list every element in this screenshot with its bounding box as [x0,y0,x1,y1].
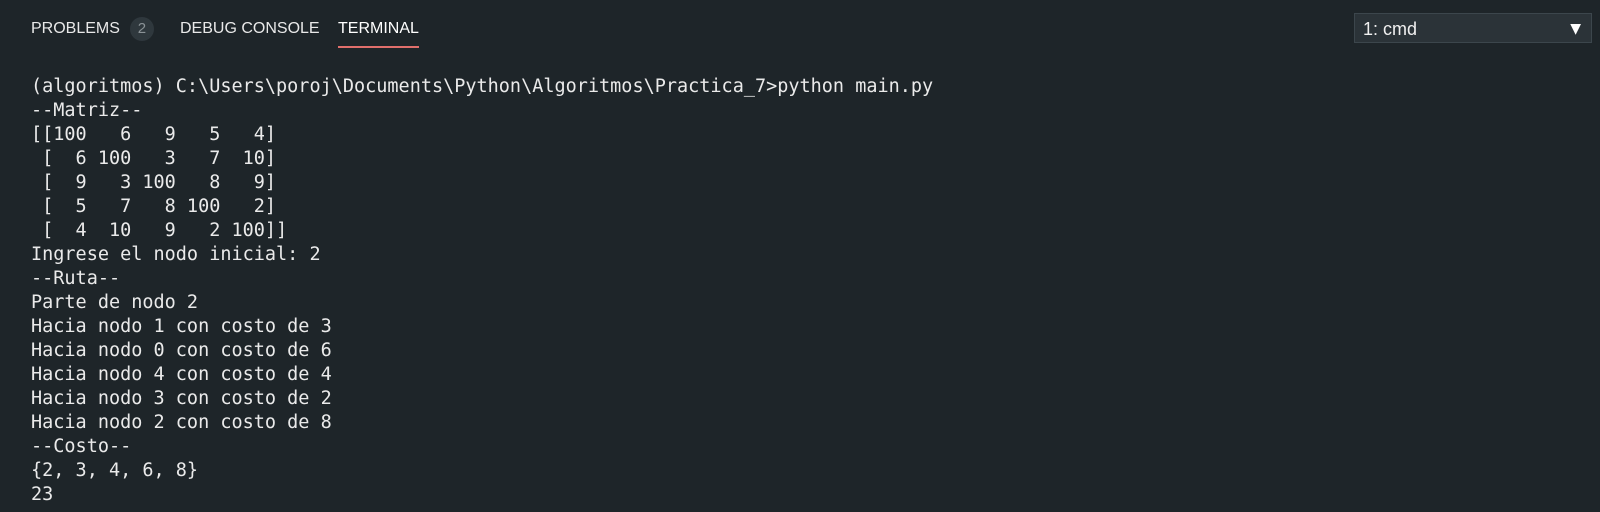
tab-problems[interactable]: PROBLEMS 2 [31,17,154,45]
terminal-line: Hacia nodo 1 con costo de 3 [31,316,332,337]
terminal-line: Hacia nodo 3 con costo de 2 [31,388,332,409]
panel-tab-bar: PROBLEMS 2 DEBUG CONSOLE TERMINAL 1: cmd … [0,0,1600,58]
terminal-line: [ 5 7 8 100 2] [31,196,277,217]
terminal-panel: PROBLEMS 2 DEBUG CONSOLE TERMINAL 1: cmd … [0,0,1600,512]
problems-count-badge: 2 [129,17,154,41]
terminal-instance-select[interactable]: 1: cmd ▼ [1354,13,1592,43]
terminal-instance-value: 1: cmd [1363,19,1418,39]
terminal-line: (algoritmos) C:\Users\poroj\Documents\Py… [31,76,934,97]
terminal-line: Ingrese el nodo inicial: 2 [31,244,321,265]
tab-problems-label: PROBLEMS [31,20,120,37]
tab-debug-console-label: DEBUG CONSOLE [180,20,320,37]
terminal-line: --Costo-- [31,436,132,457]
active-tab-indicator [338,46,419,48]
tab-terminal-label: TERMINAL [338,20,419,37]
terminal-line: Hacia nodo 2 con costo de 8 [31,412,332,433]
terminal-output[interactable]: (algoritmos) C:\Users\poroj\Documents\Py… [31,75,1571,507]
chevron-down-icon: ▼ [1570,21,1581,37]
terminal-line: [ 9 3 100 8 9] [31,172,277,193]
terminal-line: Hacia nodo 0 con costo de 6 [31,340,332,361]
terminal-line: --Ruta-- [31,268,121,289]
tab-terminal[interactable]: TERMINAL [338,17,419,48]
terminal-line: Hacia nodo 4 con costo de 4 [31,364,332,385]
tab-debug-console[interactable]: DEBUG CONSOLE [180,17,320,45]
terminal-line: 23 [31,484,54,505]
terminal-line: Parte de nodo 2 [31,292,199,313]
terminal-line: --Matriz-- [31,100,143,121]
terminal-line: [[100 6 9 5 4] [31,124,277,145]
terminal-line: [ 4 10 9 2 100]] [31,220,288,241]
terminal-line: [ 6 100 3 7 10] [31,148,277,169]
terminal-line: {2, 3, 4, 6, 8} [31,460,199,481]
